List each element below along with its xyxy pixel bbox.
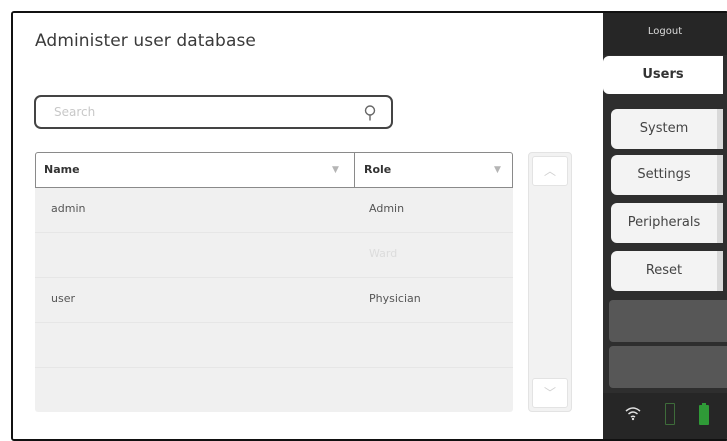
column-divider [354,153,355,187]
status-bar [603,393,727,439]
sidebar: Logout Users System Settings Peripherals… [603,13,727,439]
empty-panel [609,346,727,388]
table-row[interactable]: user Physician [35,278,513,323]
sort-icon[interactable]: ▼ [332,153,339,187]
cell-name: admin [51,202,86,215]
cell-role: Physician [369,292,421,305]
chevron-down-icon[interactable]: ﹀ [532,378,568,408]
table-scrollbar[interactable]: ︿ ﹀ [528,152,572,412]
battery-full-icon [699,403,709,425]
user-table: Name ▼ Role ▼ admin Admin Ward user Phys… [35,152,513,412]
tab-settings[interactable]: Settings [611,155,723,195]
tab-peripherals[interactable]: Peripherals [611,203,723,243]
cell-role: Admin [369,202,405,215]
app-frame: Administer user database Name ▼ Role ▼ a… [11,11,727,441]
tab-users[interactable]: Users [603,56,723,94]
tab-reset[interactable]: Reset [611,251,723,291]
column-header-role[interactable]: Role [364,153,391,187]
sort-icon[interactable]: ▼ [494,153,501,187]
chevron-up-icon[interactable]: ︿ [532,156,568,186]
cell-role: Ward [369,247,398,260]
table-header: Name ▼ Role ▼ [35,152,513,188]
battery-empty-icon [665,403,675,425]
cell-name: user [51,292,75,305]
column-header-name[interactable]: Name [44,153,80,187]
search-input[interactable] [36,97,392,127]
search-box[interactable] [34,95,393,129]
page-title: Administer user database [35,31,256,51]
table-row[interactable]: admin Admin [35,188,513,233]
empty-panel [609,300,727,342]
logout-button[interactable]: Logout [603,13,727,55]
main-content: Administer user database Name ▼ Role ▼ a… [13,13,603,439]
tab-system[interactable]: System [611,109,723,149]
wifi-icon [625,407,641,421]
table-row[interactable] [35,323,513,368]
search-icon[interactable] [361,104,379,122]
table-row[interactable]: Ward [35,233,513,278]
